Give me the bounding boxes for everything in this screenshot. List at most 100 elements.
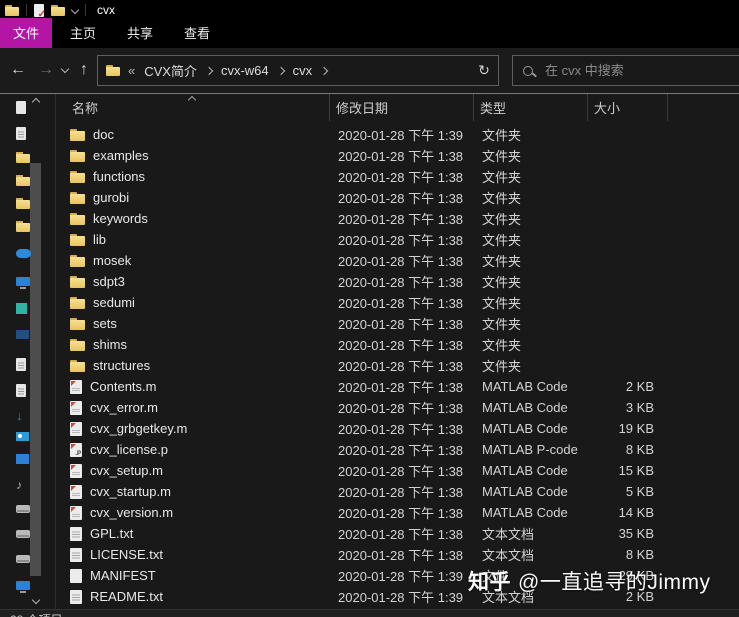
- file-row[interactable]: GPL.txt 2020-01-28 下午 1:38 文本文档 35 KB: [56, 523, 739, 544]
- date-modified-cell: 2020-01-28 下午 1:38: [338, 506, 464, 521]
- sidebar-document-icon[interactable]: [16, 384, 26, 397]
- sidebar-desktop-icon[interactable]: [16, 454, 29, 464]
- folder-row[interactable]: gurobi 2020-01-28 下午 1:38 文件夹: [56, 187, 739, 208]
- folder-icon: [70, 254, 85, 267]
- sidebar-videos-icon[interactable]: [16, 330, 29, 339]
- folder-row[interactable]: sets 2020-01-28 下午 1:38 文件夹: [56, 313, 739, 334]
- date-modified-cell: 2020-01-28 下午 1:39: [338, 590, 464, 605]
- type-cell: MATLAB Code: [482, 379, 568, 394]
- type-cell: 文件夹: [482, 128, 522, 143]
- file-icon: [70, 568, 82, 583]
- tab-home[interactable]: 主页: [57, 18, 109, 48]
- sidebar-folder-icon[interactable]: [16, 152, 32, 166]
- size-cell: 15 KB: [618, 463, 654, 478]
- breadcrumb-overflow[interactable]: «: [128, 63, 135, 78]
- date-modified-cell: 2020-01-28 下午 1:38: [338, 548, 464, 563]
- sidebar-this-pc-icon[interactable]: [16, 277, 30, 289]
- folder-icon: [70, 128, 85, 141]
- sidebar-folder-icon[interactable]: [16, 221, 32, 235]
- nav-scroll-up-icon[interactable]: [31, 97, 41, 107]
- folder-row[interactable]: sedumi 2020-01-28 下午 1:38 文件夹: [56, 292, 739, 313]
- refresh-button[interactable]: ↻: [470, 55, 499, 86]
- sidebar-disk-icon[interactable]: [16, 555, 30, 563]
- sidebar-file-icon[interactable]: [16, 101, 26, 114]
- folder-row[interactable]: keywords 2020-01-28 下午 1:38 文件夹: [56, 208, 739, 229]
- type-cell: 文本文档: [482, 527, 535, 542]
- type-cell: 文件夹: [482, 254, 522, 269]
- column-headers: 名称 修改日期 类型 大小: [56, 94, 739, 121]
- file-name-cell: cvx_version.m: [56, 505, 330, 520]
- search-input[interactable]: [543, 62, 717, 79]
- file-rows: doc 2020-01-28 下午 1:39 文件夹 examples 2020-01-…: [56, 121, 739, 607]
- folder-row[interactable]: structures 2020-01-28 下午 1:38 文件夹: [56, 355, 739, 376]
- folder-row[interactable]: lib 2020-01-28 下午 1:38 文件夹: [56, 229, 739, 250]
- file-row[interactable]: cvx_version.m 2020-01-28 下午 1:38 MATLAB Co…: [56, 502, 739, 523]
- customize-qat-chevron-icon[interactable]: [70, 5, 80, 15]
- file-name-cell: lib: [56, 232, 330, 247]
- type-cell: 文件夹: [482, 212, 522, 227]
- sidebar-document-icon[interactable]: [16, 358, 26, 371]
- sidebar-downloads-icon[interactable]: ↓: [16, 409, 32, 423]
- sidebar-network-icon[interactable]: [16, 581, 30, 593]
- folder-row[interactable]: functions 2020-01-28 下午 1:38 文件夹: [56, 166, 739, 187]
- folder-row[interactable]: mosek 2020-01-28 下午 1:38 文件夹: [56, 250, 739, 271]
- file-name-label: GPL.txt: [90, 526, 134, 541]
- file-row[interactable]: LICENSE.txt 2020-01-28 下午 1:38 文本文档 8 KB: [56, 544, 739, 565]
- file-name-label: README.txt: [90, 589, 163, 604]
- new-folder-icon[interactable]: [51, 4, 65, 16]
- file-row[interactable]: cvx_grbgetkey.m 2020-01-28 下午 1:38 MATLAB …: [56, 418, 739, 439]
- tab-share[interactable]: 共享: [114, 18, 166, 48]
- date-modified-cell: 2020-01-28 下午 1:38: [338, 464, 464, 479]
- folder-icon: [70, 275, 85, 288]
- type-cell: MATLAB Code: [482, 463, 568, 478]
- forward-button[interactable]: →: [38, 60, 54, 80]
- file-name-label: LICENSE.txt: [90, 547, 163, 562]
- date-modified-cell: 2020-01-28 下午 1:38: [338, 359, 464, 374]
- file-name-cell: sdpt3: [56, 274, 330, 289]
- nav-scroll-down-icon[interactable]: [31, 595, 41, 605]
- search-box[interactable]: [512, 55, 739, 86]
- up-button[interactable]: ↑: [80, 60, 88, 80]
- recent-locations-chevron-icon[interactable]: [60, 64, 70, 74]
- address-bar[interactable]: « CVX简介 cvx-w64 cvx: [97, 55, 488, 86]
- sidebar-3d-objects-icon[interactable]: [16, 303, 27, 314]
- file-name-cell: keywords: [56, 211, 330, 226]
- sidebar-folder-icon[interactable]: [16, 175, 32, 189]
- file-row[interactable]: cvx_error.m 2020-01-28 下午 1:38 MATLAB Code…: [56, 397, 739, 418]
- breadcrumb-item[interactable]: CVX简介: [144, 61, 197, 80]
- file-row[interactable]: cvx_setup.m 2020-01-28 下午 1:38 MATLAB Code…: [56, 460, 739, 481]
- breadcrumb-item[interactable]: cvx: [293, 63, 313, 78]
- date-modified-cell: 2020-01-28 下午 1:38: [338, 233, 464, 248]
- file-row[interactable]: cvx_license.p 2020-01-28 下午 1:38 MATLAB P-…: [56, 439, 739, 460]
- folder-row[interactable]: shims 2020-01-28 下午 1:38 文件夹: [56, 334, 739, 355]
- folder-row[interactable]: examples 2020-01-28 下午 1:38 文件夹: [56, 145, 739, 166]
- file-row[interactable]: cvx_startup.m 2020-01-28 下午 1:38 MATLAB Co…: [56, 481, 739, 502]
- sidebar-disk-icon[interactable]: [16, 530, 30, 538]
- sidebar-onedrive-icon[interactable]: [16, 249, 31, 258]
- properties-check-icon[interactable]: [34, 3, 46, 20]
- column-header-date-modified[interactable]: 修改日期: [330, 94, 474, 121]
- breadcrumb-separator-icon[interactable]: [319, 66, 329, 75]
- file-name-cell: cvx_error.m: [56, 400, 330, 415]
- breadcrumb-separator-icon[interactable]: [276, 66, 285, 75]
- breadcrumb-separator-icon[interactable]: [204, 66, 214, 75]
- column-header-size[interactable]: 大小: [588, 94, 668, 121]
- type-cell: 文件夹: [482, 149, 522, 164]
- type-cell: 文件夹: [482, 359, 522, 374]
- folder-row[interactable]: doc 2020-01-28 下午 1:39 文件夹: [56, 124, 739, 145]
- sidebar-document-icon[interactable]: [16, 127, 26, 140]
- size-cell: 5 KB: [625, 484, 654, 499]
- file-icon: [70, 379, 82, 394]
- column-header-type[interactable]: 类型: [474, 94, 588, 121]
- back-button[interactable]: ←: [10, 60, 26, 80]
- sidebar-pictures-icon[interactable]: [16, 432, 29, 441]
- date-modified-cell: 2020-01-28 下午 1:38: [338, 443, 464, 458]
- file-row[interactable]: Contents.m 2020-01-28 下午 1:38 MATLAB Code 2…: [56, 376, 739, 397]
- breadcrumb-item[interactable]: cvx-w64: [221, 63, 269, 78]
- sidebar-disk-icon[interactable]: [16, 505, 30, 513]
- sidebar-music-icon[interactable]: ♪: [16, 479, 32, 493]
- sidebar-folder-icon[interactable]: [16, 198, 32, 212]
- tab-file[interactable]: 文件: [0, 18, 53, 48]
- tab-view[interactable]: 查看: [171, 18, 223, 48]
- folder-row[interactable]: sdpt3 2020-01-28 下午 1:38 文件夹: [56, 271, 739, 292]
